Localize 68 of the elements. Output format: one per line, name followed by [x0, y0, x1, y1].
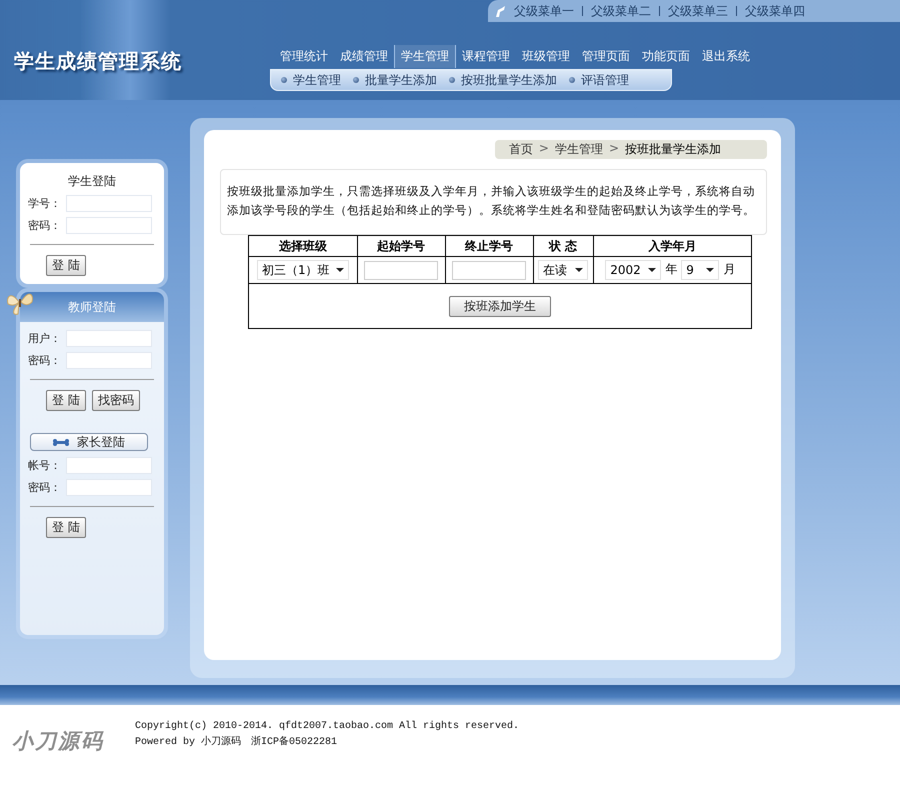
top-menu-link[interactable]: 父级菜单三: [668, 2, 728, 20]
column-header: 起始学号: [357, 236, 446, 256]
submenu-link[interactable]: 批量学生添加: [353, 72, 437, 88]
breadcrumb-current: 按班批量学生添加: [625, 141, 721, 158]
field-label: 帐号：: [28, 458, 62, 473]
intro-text: 按班级批量添加学生，只需选择班级及入学年月，并输入该班级学生的起始及终止学号，系统将自动添加该学号段的学生（包括起始和终止的学号）。系统将学生姓名和登陆密码默认为该学生的学号。: [220, 169, 767, 235]
caret-icon: [648, 268, 656, 272]
caret-icon: [575, 268, 584, 272]
input-field[interactable]: [66, 195, 152, 212]
bullet-icon: [281, 77, 287, 83]
field-label: 学号：: [28, 196, 62, 211]
nav-tab[interactable]: 管理页面: [576, 45, 636, 68]
submenu-link[interactable]: 学生管理: [281, 72, 341, 88]
field-label: 用户：: [28, 331, 62, 346]
site-title: 学生成绩管理系统: [13, 48, 183, 75]
column-header: 选择班级: [248, 236, 358, 256]
bullet-icon: [569, 77, 575, 83]
login-button[interactable]: 登 陆: [46, 390, 86, 411]
select-dropdown[interactable]: 初三（1）班: [257, 260, 349, 280]
select-dropdown[interactable]: 9: [681, 260, 720, 280]
nav-tab[interactable]: 管理统计: [274, 45, 334, 68]
login-button[interactable]: 登 陆: [46, 517, 86, 538]
breadcrumb-separator: >: [608, 141, 619, 157]
bullet-icon: [353, 77, 359, 83]
parent-login-tab[interactable]: 家长登陆: [30, 433, 148, 451]
input-field[interactable]: [364, 260, 438, 280]
submenu-link[interactable]: 按班批量学生添加: [449, 72, 557, 88]
nav-tab[interactable]: 学生管理: [394, 45, 456, 68]
top-menu-link[interactable]: 父级菜单四: [745, 2, 805, 20]
panel-header: 教师登陆: [20, 292, 164, 322]
nav-tab[interactable]: 功能页面: [636, 45, 696, 68]
submenu-link[interactable]: 评语管理: [569, 72, 629, 88]
field-label: 密码：: [28, 480, 62, 495]
column-header: 状 态: [533, 236, 594, 256]
bullet-icon: [449, 77, 455, 83]
login-button[interactable]: 找密码: [92, 390, 140, 411]
caret-icon: [336, 268, 344, 272]
nav-tab[interactable]: 成绩管理: [334, 45, 394, 68]
nav-tab[interactable]: 班级管理: [516, 45, 576, 68]
top-menu-link[interactable]: 父级菜单二: [591, 2, 651, 20]
bone-icon: [53, 438, 69, 446]
nav-tab[interactable]: 退出系统: [696, 45, 756, 68]
breadcrumb-link[interactable]: 学生管理: [554, 141, 603, 158]
select-dropdown[interactable]: 在读: [538, 260, 588, 280]
column-header: 入学年月: [593, 236, 752, 256]
unit-label: 月: [723, 262, 736, 276]
powered-by-text: Powered by 小刀源码 浙ICP备05022281: [135, 735, 338, 750]
input-field[interactable]: [452, 260, 526, 280]
breadcrumb-separator: >: [538, 141, 549, 157]
copyright-text: Copyright(c) 2010-2014. qfdt2007.taobao.com All rights reserved.: [135, 720, 520, 734]
field-label: 密码：: [28, 218, 62, 233]
column-header: 终止学号: [445, 236, 534, 256]
breadcrumb-link[interactable]: 首页: [508, 141, 533, 158]
unit-label: 年: [665, 262, 678, 276]
panel-title: 学生登陆: [67, 173, 117, 190]
nav-tab[interactable]: 课程管理: [456, 45, 516, 68]
input-field[interactable]: [66, 479, 152, 496]
input-field[interactable]: [66, 330, 152, 347]
submit-button[interactable]: 按班添加学生: [449, 296, 551, 316]
select-dropdown[interactable]: 2002: [605, 260, 662, 280]
input-field[interactable]: [66, 457, 152, 474]
footer-logo: 小刀源码: [11, 728, 105, 755]
caret-icon: [706, 268, 714, 272]
login-button[interactable]: 登 陆: [46, 255, 86, 276]
input-field[interactable]: [66, 352, 152, 369]
input-field[interactable]: [66, 217, 152, 234]
field-label: 密码：: [28, 353, 62, 368]
top-menu-link[interactable]: 父级菜单一: [514, 2, 574, 20]
